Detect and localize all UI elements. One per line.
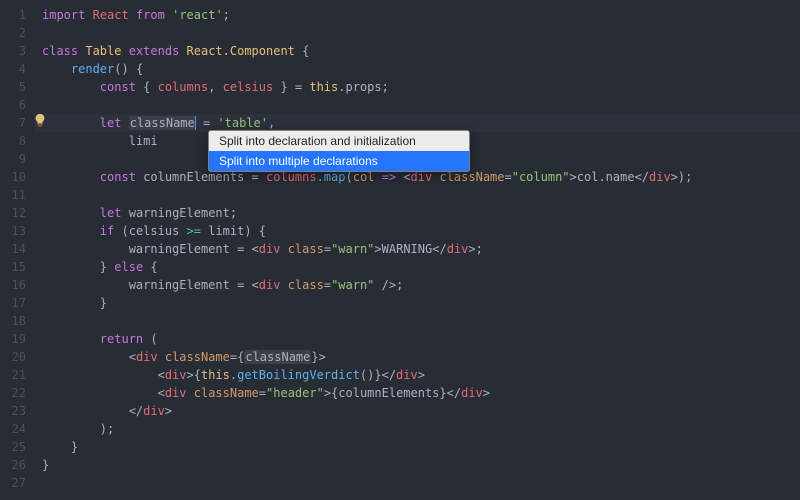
line-number-gutter: 1 2 3 4 5 6 7 8 9 10 11 12 13 14 15 16 1…	[0, 0, 34, 500]
code-line[interactable]: return (	[34, 330, 800, 348]
line-number: 16	[0, 276, 26, 294]
selected-identifier[interactable]: className	[129, 116, 196, 130]
code-line[interactable]: );	[34, 420, 800, 438]
code-line[interactable]: class Table extends React.Component {	[34, 42, 800, 60]
code-line[interactable]	[34, 96, 800, 114]
line-number: 4	[0, 60, 26, 78]
line-number: 21	[0, 366, 26, 384]
code-line[interactable]: warningElement = <div class="warn" />;	[34, 276, 800, 294]
line-number: 24	[0, 420, 26, 438]
code-line[interactable]: import React from 'react';	[34, 6, 800, 24]
line-number: 25	[0, 438, 26, 456]
code-line[interactable]: }	[34, 438, 800, 456]
line-number: 13	[0, 222, 26, 240]
line-number: 27	[0, 474, 26, 492]
line-number: 20	[0, 348, 26, 366]
intention-item-split-declaration-init[interactable]: Split into declaration and initializatio…	[209, 131, 469, 151]
intention-actions-popup[interactable]: Split into declaration and initializatio…	[208, 130, 470, 172]
code-line[interactable]: warningElement = <div class="warn">WARNI…	[34, 240, 800, 258]
code-line[interactable]: } else {	[34, 258, 800, 276]
code-line[interactable]: }	[34, 294, 800, 312]
code-line[interactable]: render() {	[34, 60, 800, 78]
code-line[interactable]	[34, 186, 800, 204]
code-line[interactable]: let warningElement;	[34, 204, 800, 222]
line-number: 5	[0, 78, 26, 96]
line-number: 10	[0, 168, 26, 186]
code-area[interactable]: import React from 'react'; class Table e…	[34, 0, 800, 500]
code-line[interactable]: <div className={className}>	[34, 348, 800, 366]
line-number: 18	[0, 312, 26, 330]
line-number: 11	[0, 186, 26, 204]
line-number: 22	[0, 384, 26, 402]
line-number: 26	[0, 456, 26, 474]
intention-item-split-multiple-declarations[interactable]: Split into multiple declarations	[209, 151, 469, 171]
line-number: 1	[0, 6, 26, 24]
code-line[interactable]	[34, 312, 800, 330]
code-line[interactable]	[34, 24, 800, 42]
line-number: 12	[0, 204, 26, 222]
code-line[interactable]: <div className="header">{columnElements}…	[34, 384, 800, 402]
line-number: 2	[0, 24, 26, 42]
line-number: 14	[0, 240, 26, 258]
code-line[interactable]: if (celsius >= limit) {	[34, 222, 800, 240]
line-number: 8	[0, 132, 26, 150]
line-number: 6	[0, 96, 26, 114]
code-editor[interactable]: 1 2 3 4 5 6 7 8 9 10 11 12 13 14 15 16 1…	[0, 0, 800, 500]
line-number: 19	[0, 330, 26, 348]
code-line[interactable]: }	[34, 456, 800, 474]
line-number: 7	[0, 114, 26, 132]
line-number: 23	[0, 402, 26, 420]
code-line[interactable]: <div>{this.getBoilingVerdict()}</div>	[34, 366, 800, 384]
code-line[interactable]: const { columns, celsius } = this.props;	[34, 78, 800, 96]
lightbulb-icon[interactable]	[33, 113, 47, 127]
code-line[interactable]: </div>	[34, 402, 800, 420]
line-number: 9	[0, 150, 26, 168]
code-line[interactable]	[34, 474, 800, 492]
line-number: 15	[0, 258, 26, 276]
line-number: 3	[0, 42, 26, 60]
line-number: 17	[0, 294, 26, 312]
